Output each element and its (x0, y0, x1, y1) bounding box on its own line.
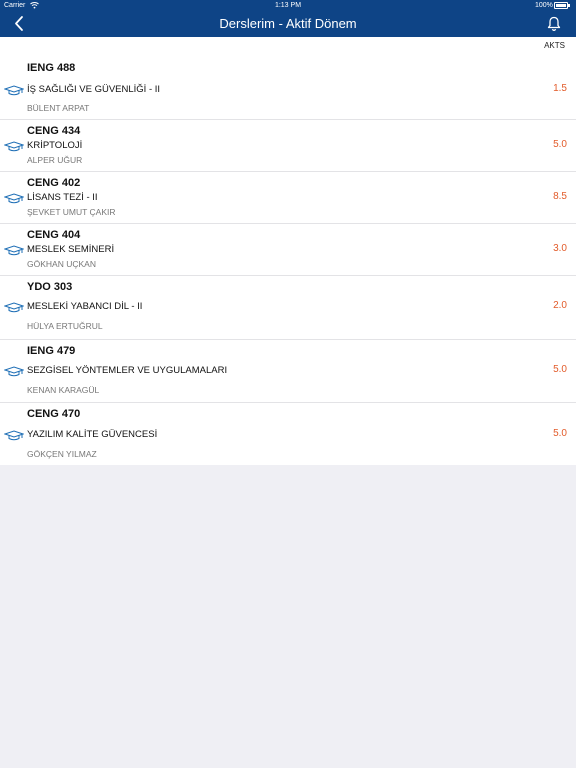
battery-percent: 100% (535, 2, 553, 9)
course-name: İŞ SAĞLIĞI VE GÜVENLİĞİ - II (27, 84, 161, 95)
chevron-left-icon (15, 16, 23, 31)
course-code: IENG 488 (27, 62, 76, 74)
page-title: Derslerim - Aktif Dönem (219, 16, 357, 31)
course-code: CENG 402 (27, 177, 81, 189)
course-name: YAZILIM KALİTE GÜVENCESİ (27, 429, 158, 440)
back-button[interactable] (10, 14, 30, 34)
course-row[interactable]: IENG 488 İŞ SAĞLIĞI VE GÜVENLİĞİ - II 1.… (0, 55, 576, 120)
course-credit: 5.0 (553, 428, 567, 439)
course-code: CENG 470 (27, 408, 81, 420)
status-bar: Carrier 1:13 PM 100% (0, 0, 576, 12)
nav-bar: Carrier 1:13 PM 100% Derslerim - Aktif D… (0, 0, 576, 37)
course-list: AKTS IENG 488 İŞ SAĞLIĞI VE GÜVENLİĞİ - … (0, 37, 576, 465)
course-row[interactable]: CENG 470 YAZILIM KALİTE GÜVENCESİ 5.0 GÖ… (0, 403, 576, 465)
course-row[interactable]: CENG 404 MESLEK SEMİNERİ 3.0 GÖKHAN UÇKA… (0, 224, 576, 276)
course-name: MESLEKİ YABANCI DİL - II (27, 301, 143, 312)
course-teacher: ALPER UĞUR (27, 155, 83, 165)
course-row[interactable]: CENG 434 KRİPTOLOJİ 5.0 ALPER UĞUR (0, 120, 576, 172)
course-name: MESLEK SEMİNERİ (27, 244, 115, 255)
course-credit: 1.5 (553, 83, 567, 94)
course-credit: 3.0 (553, 243, 567, 254)
course-row[interactable]: IENG 479 SEZGİSEL YÖNTEMLER VE UYGULAMAL… (0, 340, 576, 403)
battery-icon (554, 2, 570, 9)
graduation-cap-icon (3, 365, 25, 377)
graduation-cap-icon (3, 192, 25, 204)
course-name: SEZGİSEL YÖNTEMLER VE UYGULAMALARI (27, 365, 228, 376)
graduation-cap-icon (3, 244, 25, 256)
course-teacher: KENAN KARAGÜL (27, 385, 100, 395)
course-teacher: GÖKHAN UÇKAN (27, 259, 96, 269)
notifications-button[interactable] (545, 15, 563, 33)
course-name: KRİPTOLOJİ (27, 140, 83, 151)
graduation-cap-icon (3, 301, 25, 313)
course-code: CENG 404 (27, 229, 81, 241)
course-teacher: HÜLYA ERTUĞRUL (27, 321, 103, 331)
bell-icon (547, 16, 561, 31)
course-teacher: ŞEVKET UMUT ÇAKIR (27, 207, 116, 217)
course-name: LİSANS TEZİ - II (27, 192, 98, 203)
akts-column-header: AKTS (544, 41, 565, 50)
status-time: 1:13 PM (274, 2, 302, 9)
course-credit: 5.0 (553, 364, 567, 375)
course-code: YDO 303 (27, 281, 73, 293)
course-credit: 8.5 (553, 191, 567, 202)
graduation-cap-icon (3, 84, 25, 96)
course-teacher: GÖKÇEN YILMAZ (27, 449, 97, 459)
course-code: CENG 434 (27, 125, 81, 137)
course-credit: 5.0 (553, 139, 567, 150)
course-row[interactable]: CENG 402 LİSANS TEZİ - II 8.5 ŞEVKET UMU… (0, 172, 576, 224)
course-code: IENG 479 (27, 345, 76, 357)
graduation-cap-icon (3, 140, 25, 152)
course-credit: 2.0 (553, 300, 567, 311)
course-row[interactable]: YDO 303 MESLEKİ YABANCI DİL - II 2.0 HÜL… (0, 276, 576, 340)
graduation-cap-icon (3, 429, 25, 441)
course-teacher: BÜLENT ARPAT (27, 103, 90, 113)
